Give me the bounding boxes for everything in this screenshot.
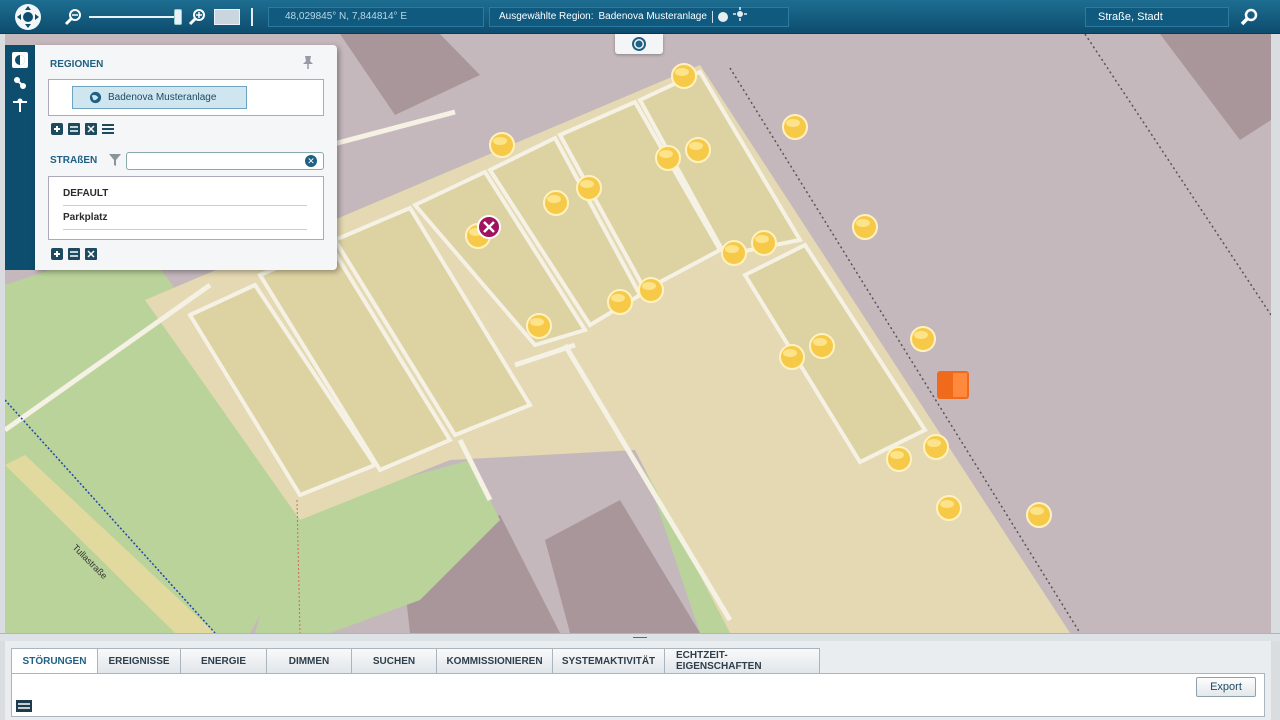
splitter-grip[interactable] [633,637,647,638]
streetlight-marker[interactable] [936,495,962,521]
bottom-tabs: STÖRUNGEN EREIGNISSE ENERGIE DIMMEN SUCH… [11,648,820,674]
collapse-panel-icon[interactable] [16,700,32,712]
region-tools [51,123,114,135]
pin-icon[interactable] [301,55,315,69]
selected-region-value: Badenova Musteranlage [598,11,707,22]
tab-content: Export [11,673,1265,717]
streetlight-marker[interactable] [465,223,491,249]
streetlight-marker[interactable] [782,114,808,140]
toolbar-divider [251,8,253,26]
connections-tool-icon[interactable] [11,74,29,92]
coordinates-display: 48,029845° N, 7,844814° E [268,7,484,27]
streetlight-marker[interactable] [852,214,878,240]
streetlight-marker[interactable] [721,240,747,266]
streetlight-marker[interactable] [543,190,569,216]
tab-echtzeit-eigenschaften[interactable]: ECHTZEIT-EIGENSCHAFTEN [664,648,820,673]
streetlight-marker[interactable] [655,145,681,171]
tab-ereignisse[interactable]: EREIGNISSE [97,648,181,673]
street-tools [51,248,97,260]
edit-region-icon[interactable] [68,123,80,135]
top-toolbar: 48,029845° N, 7,844814° E Ausgewählte Re… [0,0,1280,34]
tab-dimmen[interactable]: DIMMEN [266,648,352,673]
address-search-input[interactable]: Straße, Stadt [1085,7,1229,27]
center-map-button[interactable] [615,34,663,54]
tab-kommissionieren[interactable]: KOMMISSIONIEREN [436,648,553,673]
add-street-icon[interactable] [51,248,63,260]
region-item-label: Badenova Musteranlage [108,92,217,103]
zoom-out-icon[interactable] [62,7,84,27]
zoom-slider-handle[interactable] [174,9,182,25]
clear-filter-icon[interactable]: ✕ [305,155,317,167]
streets-header: STRAßEN [50,155,98,166]
zoom-slider-track[interactable] [89,16,181,18]
regions-list: Badenova Musteranlage [48,79,324,116]
region-divider [711,11,713,23]
street-filter-input[interactable]: ✕ [126,152,324,170]
street-item[interactable]: DEFAULT [63,183,307,206]
streetlight-marker[interactable] [751,230,777,256]
streetlight-marker[interactable] [607,289,633,315]
filter-icon[interactable] [108,153,122,167]
bottom-panel: STÖRUNGEN EREIGNISSE ENERGIE DIMMEN SUCH… [5,641,1271,720]
selected-region-display: Ausgewählte Region: Badenova Musteranlag… [489,6,789,28]
delete-region-icon[interactable] [85,123,97,135]
side-tool-strip [5,45,35,270]
tab-stoerungen[interactable]: STÖRUNGEN [11,648,98,674]
delete-street-icon[interactable] [85,248,97,260]
panel-splitter[interactable] [0,633,1280,641]
export-button[interactable]: Export [1196,677,1256,697]
region-globe-icon [89,91,102,104]
region-locate-icon[interactable] [732,6,747,28]
search-icon[interactable] [1237,6,1261,28]
streetlight-marker[interactable] [1026,502,1052,528]
edit-street-icon[interactable] [68,248,80,260]
streetlight-marker[interactable] [809,333,835,359]
tab-systemaktivitaet[interactable]: SYSTEMAKTIVITÄT [552,648,665,673]
zoom-in-icon[interactable] [186,7,208,27]
regions-panel: REGIONEN Badenova Musteranlage STRAßEN ✕… [35,45,337,270]
streetlight-marker[interactable] [910,326,936,352]
streets-list: DEFAULT Parkplatz [48,176,324,240]
add-region-icon[interactable] [51,123,63,135]
region-item[interactable]: Badenova Musteranlage [72,86,247,109]
streetlight-marker[interactable] [671,63,697,89]
regions-tool-icon[interactable] [11,51,29,69]
streetlight-tool-icon[interactable] [11,96,29,114]
selected-region-label: Ausgewählte Region: [499,11,594,22]
streetlight-marker[interactable] [576,175,602,201]
regions-header: REGIONEN [50,59,104,70]
streetlight-marker[interactable] [886,446,912,472]
streetlight-marker[interactable] [526,313,552,339]
list-view-icon[interactable] [102,123,114,135]
streetlight-marker[interactable] [923,434,949,460]
streetlight-marker[interactable] [638,277,664,303]
street-item[interactable]: Parkplatz [63,207,307,230]
map-layer-toggle[interactable] [214,9,240,25]
streetlight-marker[interactable] [779,344,805,370]
streetlight-marker[interactable] [685,137,711,163]
pan-control-icon[interactable] [10,0,46,34]
tab-suchen[interactable]: SUCHEN [351,648,437,673]
tab-energie[interactable]: ENERGIE [180,648,267,673]
target-icon [632,37,646,51]
streetlight-marker[interactable] [489,132,515,158]
region-status-icon[interactable] [717,12,728,22]
